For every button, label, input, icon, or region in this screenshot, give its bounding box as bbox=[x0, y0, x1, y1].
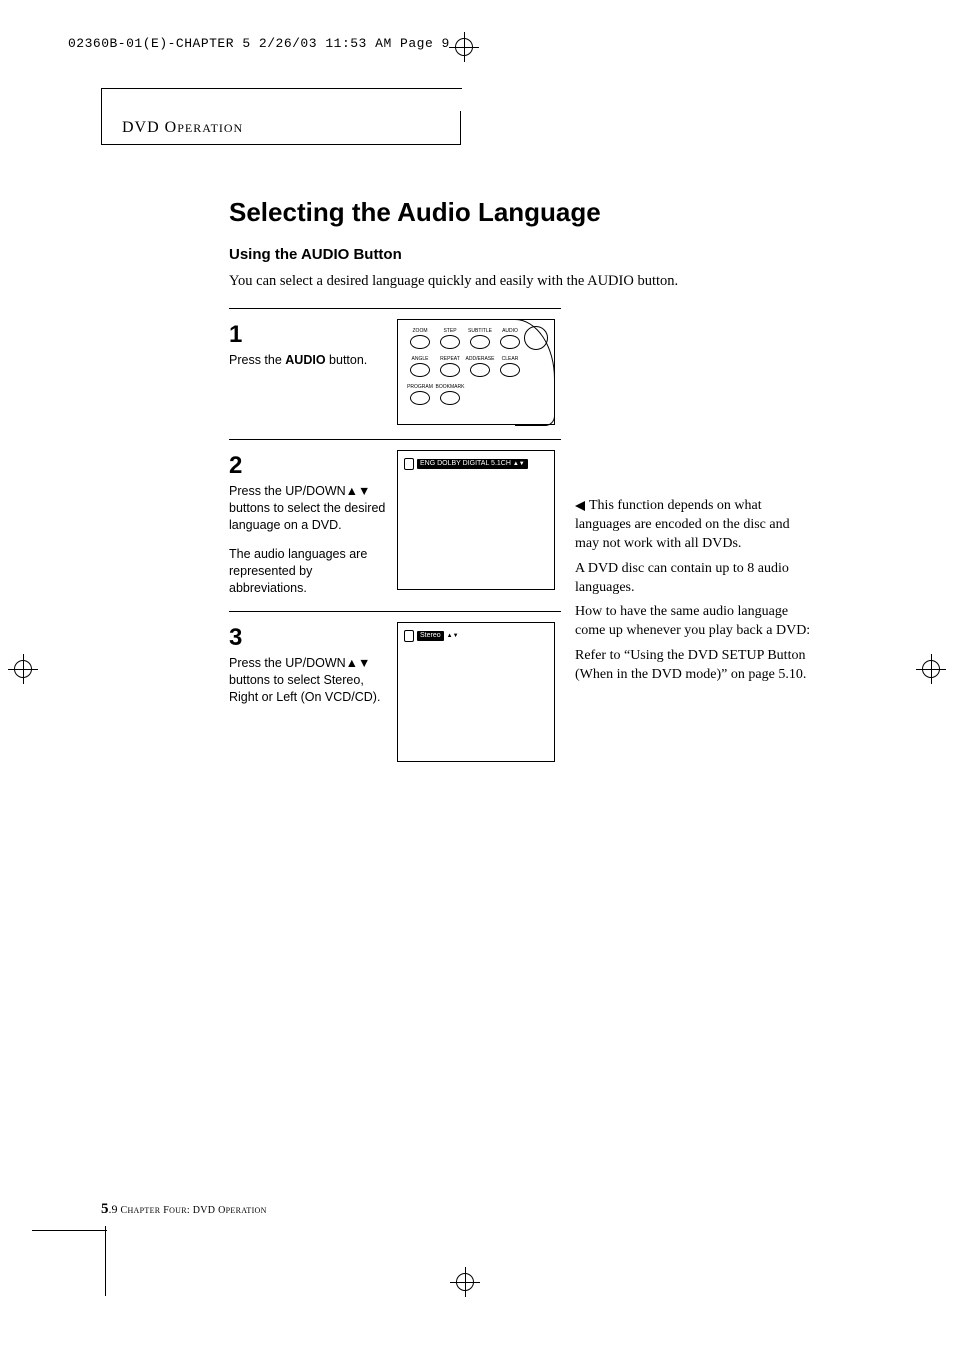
note-4: Refer to “Using the DVD SETUP Button (Wh… bbox=[575, 647, 811, 685]
subtitle-button-icon: SUBTITLE bbox=[464, 328, 496, 349]
add-erase-button-icon: ADD/ERASE bbox=[464, 356, 496, 377]
step-1-instruction: 1 Press the AUDIO button. bbox=[229, 319, 387, 425]
page-subtitle: Using the AUDIO Button bbox=[229, 246, 849, 263]
note-3: How to have the same audio language come… bbox=[575, 603, 811, 641]
bookmark-button-icon: BOOKMARK bbox=[434, 384, 466, 405]
page-number-minor: .9 bbox=[109, 1202, 118, 1216]
step-1-figure: ZOOM STEP SUBTITLE AUDIO ANGLE REPEAT AD… bbox=[397, 319, 555, 425]
crop-mark-right bbox=[922, 660, 940, 678]
step-3-instruction: 3 Press the UP/DOWN▲▼ buttons to select … bbox=[229, 622, 387, 762]
step-1-text-post: button. bbox=[326, 353, 368, 367]
step-3-text: Press the UP/DOWN▲▼ buttons to select St… bbox=[229, 656, 380, 704]
step-1-text-bold: AUDIO bbox=[285, 353, 325, 367]
step-2-instruction: 2 Press the UP/DOWN▲▼ buttons to select … bbox=[229, 450, 387, 597]
repeat-button-icon: REPEAT bbox=[434, 356, 466, 377]
trim-rule-v bbox=[105, 1226, 106, 1296]
program-button-icon: PROGRAM bbox=[404, 384, 436, 405]
step-2-figure: ENG DOLBY DIGITAL 5.1CH ▲▼ bbox=[397, 450, 555, 590]
trim-rule-h bbox=[32, 1230, 107, 1231]
step-2-number: 2 bbox=[229, 450, 387, 482]
osd-audio-dvd: ENG DOLBY DIGITAL 5.1CH ▲▼ bbox=[404, 458, 528, 470]
zoom-button-icon: ZOOM bbox=[404, 328, 436, 349]
page-title: Selecting the Audio Language bbox=[229, 197, 849, 228]
page-number-major: 5 bbox=[101, 1201, 109, 1217]
step-1-text-pre: Press the bbox=[229, 353, 285, 367]
side-notes: This function depends on what languages … bbox=[575, 497, 811, 691]
step-2-text2: The audio languages are represented by a… bbox=[229, 547, 367, 595]
speaker-icon bbox=[404, 458, 414, 470]
crop-mark-left bbox=[14, 660, 32, 678]
angle-button-icon: ANGLE bbox=[404, 356, 436, 377]
triangle-left-icon bbox=[575, 501, 585, 511]
section-tab: DVD OPERATION bbox=[101, 111, 461, 145]
footer-chapter: CHAPTER FOUR: DVD OPERATION bbox=[121, 1205, 267, 1216]
note-1: This function depends on what languages … bbox=[575, 497, 811, 554]
header-rule bbox=[101, 88, 462, 111]
page-footer: 5.9 CHAPTER FOUR: DVD OPERATION bbox=[101, 1201, 267, 1218]
osd-dvd-text: ENG DOLBY DIGITAL 5.1CH ▲▼ bbox=[417, 459, 528, 469]
speaker-icon bbox=[404, 630, 414, 642]
crop-mark-top bbox=[455, 38, 473, 56]
remote-edge-icon bbox=[515, 319, 555, 426]
step-1-number: 1 bbox=[229, 319, 387, 351]
step-button-icon: STEP bbox=[434, 328, 466, 349]
osd-vcd-text: Stereo bbox=[417, 631, 444, 641]
osd-audio-vcd: Stereo ▲▼ bbox=[404, 630, 459, 642]
crop-mark-bottom bbox=[456, 1273, 474, 1291]
print-slug: 02360B-01(E)-CHAPTER 5 2/26/03 11:53 AM … bbox=[68, 36, 450, 51]
step-2-text: Press the UP/DOWN▲▼ buttons to select th… bbox=[229, 484, 385, 532]
section-tab-text: DVD OPERATION bbox=[122, 119, 243, 137]
intro-text: You can select a desired language quickl… bbox=[229, 273, 849, 290]
step-3-figure: Stereo ▲▼ bbox=[397, 622, 555, 762]
step-3: 3 Press the UP/DOWN▲▼ buttons to select … bbox=[229, 611, 561, 776]
step-1: 1 Press the AUDIO button. ZOOM STEP SUBT… bbox=[229, 308, 561, 439]
arrows-icon: ▲▼ bbox=[447, 633, 459, 639]
step-3-number: 3 bbox=[229, 622, 387, 654]
step-2: 2 Press the UP/DOWN▲▼ buttons to select … bbox=[229, 439, 561, 611]
note-2: A DVD disc can contain up to 8 audio lan… bbox=[575, 560, 811, 598]
